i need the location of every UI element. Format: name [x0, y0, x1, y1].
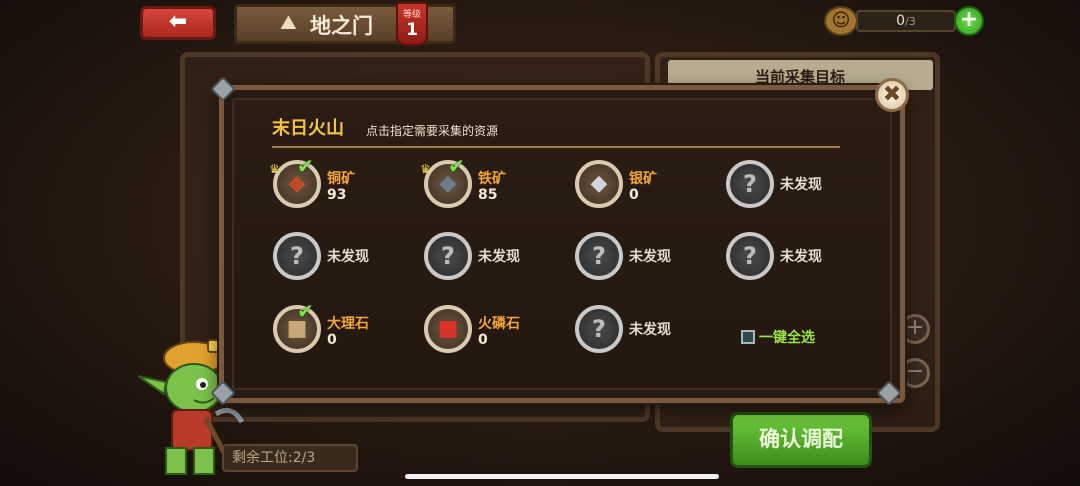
dialog-subtitle: 点击指定需要采集的资源	[366, 124, 499, 138]
resource-count: 0	[629, 187, 639, 203]
select-all-toggle[interactable]: 一键全选	[741, 326, 815, 347]
resource-name: 银矿	[629, 171, 657, 187]
resource-name: 未发现	[478, 249, 520, 265]
resource-item[interactable]: ? 未发现	[726, 160, 856, 214]
resource-name: 未发现	[629, 322, 671, 338]
check-icon: ✔	[297, 299, 314, 323]
resource-item[interactable]: ◆ ♛ ✔ 铜矿 93	[269, 154, 403, 214]
page-title: 地之门	[310, 14, 373, 38]
resource-glyph: ■	[437, 316, 459, 341]
resource-item[interactable]: ? 未发现	[575, 305, 705, 359]
unknown-resource-icon[interactable]: ?	[424, 232, 472, 280]
back-button[interactable]: ⬅	[140, 6, 216, 40]
resource-name: 火磷石	[478, 316, 520, 332]
unknown-resource-icon[interactable]: ?	[575, 305, 623, 353]
level-value: 1	[406, 20, 418, 40]
resource-item[interactable]: ■ ✔ 大理石 0	[273, 299, 403, 359]
resource-glyph: ?	[592, 315, 606, 343]
unknown-resource-icon[interactable]: ?	[726, 160, 774, 208]
counter-max: /3	[905, 15, 916, 28]
resource-count: 85	[478, 187, 498, 203]
resource-item[interactable]: ? 未发现	[424, 232, 554, 286]
close-button[interactable]: ✖	[875, 78, 909, 112]
resource-item[interactable]: ■ 火磷石 0	[424, 305, 554, 359]
unknown-resource-icon[interactable]: ?	[273, 232, 321, 280]
check-icon: ✔	[297, 154, 314, 178]
select-all-label: 一键全选	[759, 329, 815, 346]
slots-value: 2/3	[292, 450, 316, 466]
slots-label: 剩余工位:	[232, 450, 293, 466]
resource-count: 93	[327, 187, 347, 203]
resource-item[interactable]: ◆ 银矿 0	[575, 160, 705, 214]
resource-glyph: ?	[592, 242, 606, 270]
add-worker-button[interactable]: +	[954, 6, 984, 36]
resource-glyph: ?	[441, 242, 455, 270]
unknown-resource-icon[interactable]: ?	[575, 232, 623, 280]
gate-icon: ⛰	[280, 10, 297, 34]
resource-name: 未发现	[629, 249, 671, 265]
resource-count: 0	[478, 332, 488, 348]
unknown-resource-icon[interactable]: ?	[726, 232, 774, 280]
level-badge: 等级 1	[396, 2, 428, 46]
counter-current: 0	[896, 13, 906, 29]
dialog-title: 末日火山	[272, 118, 344, 139]
crown-icon: ♛	[420, 162, 431, 176]
resource-item[interactable]: ? 未发现	[575, 232, 705, 286]
resource-name: 未发现	[780, 249, 822, 265]
resource-name: 未发现	[780, 177, 822, 193]
crown-icon: ♛	[269, 162, 280, 176]
divider	[272, 146, 840, 148]
home-indicator[interactable]	[405, 474, 719, 479]
resource-glyph: ?	[743, 242, 757, 270]
level-label: 等级	[402, 10, 421, 20]
resource-glyph: ◆	[590, 171, 608, 196]
check-icon: ✔	[448, 154, 465, 178]
ore-icon[interactable]: ■	[424, 305, 472, 353]
resource-name: 铜矿	[327, 171, 355, 187]
resource-count: 0	[327, 332, 337, 348]
resource-item[interactable]: ◆ ♛ ✔ 铁矿 85	[420, 154, 554, 214]
resource-glyph: ?	[743, 170, 757, 198]
right-panel-label: 当前采集目标	[754, 68, 845, 86]
goblin-face-icon: ☺	[824, 6, 858, 36]
resource-name: 未发现	[327, 249, 369, 265]
worker-counter: 0/3	[856, 10, 956, 32]
resource-item[interactable]: ? 未发现	[273, 232, 403, 286]
resource-name: 铁矿	[478, 171, 506, 187]
resource-item[interactable]: ? 未发现	[726, 232, 856, 286]
select-all-checkbox[interactable]	[741, 329, 755, 344]
resource-name: 大理石	[327, 316, 369, 332]
resource-glyph: ?	[290, 242, 304, 270]
confirm-assignment-button[interactable]: 确认调配	[730, 412, 872, 468]
remaining-slots: 剩余工位:2/3	[222, 444, 358, 472]
ore-icon[interactable]: ◆	[575, 160, 623, 208]
